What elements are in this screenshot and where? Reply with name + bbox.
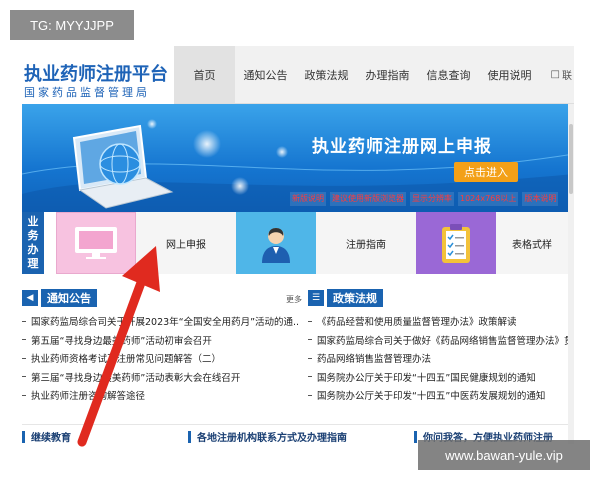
notices-list: 国家药监局综合司关于开展2023年“全国安全用药月”活动的通... 第五届“寻找… [22, 312, 298, 405]
book-icon: ☰ [308, 290, 324, 306]
list-item[interactable]: 执业药师注册咨询解答途径 [22, 386, 298, 405]
more-link[interactable]: 更多 [286, 294, 302, 305]
globe-icon [99, 143, 141, 185]
scrollbar[interactable] [568, 104, 574, 444]
watermark-bottom: www.bawan-yule.vip [418, 440, 590, 470]
contact-icon: □ [550, 69, 560, 80]
notice-segment: 版本说明 [522, 192, 559, 206]
clipboard-icon [442, 224, 470, 263]
notices-header: ◀ 通知公告 [22, 288, 97, 308]
register-guide-link[interactable]: 注册指南 [316, 212, 416, 274]
person-icon [262, 228, 290, 263]
monitor-icon [75, 227, 117, 259]
nav-guide[interactable]: 办理指南 [357, 46, 418, 103]
watermark-top: TG: MYYJJPP [10, 10, 134, 40]
list-item[interactable]: 国务院办公厅关于印发“十四五”国民健康规划的通知 [308, 368, 568, 387]
online-apply-tile[interactable] [56, 212, 136, 274]
online-apply-link[interactable]: 网上申报 [136, 212, 236, 274]
browser-viewport: 执业药师注册平台 国家药品监督管理局 首页 通知公告 政策法规 办理指南 信息查… [22, 40, 574, 448]
notice-segment: 建议使用新版浏览器 [330, 192, 406, 206]
nav-notices[interactable]: 通知公告 [235, 46, 296, 103]
business-label: 业 务 办 理 [22, 212, 44, 274]
policies-title[interactable]: 政策法规 [327, 289, 383, 307]
notice-segment: 1024x768以上 [458, 192, 519, 206]
register-guide-tile[interactable] [236, 212, 316, 274]
nav-query[interactable]: 信息查询 [418, 46, 479, 103]
list-item[interactable]: 药品网络销售监督管理办法 [308, 349, 568, 368]
list-item[interactable]: 执业药师资格考试及注册常见问题解答（二） [22, 349, 298, 368]
list-item[interactable]: 国家药监局综合司关于开展2023年“全国安全用药月”活动的通... [22, 312, 298, 331]
enter-button[interactable]: 点击进入 [454, 162, 518, 182]
list-item[interactable]: 第五届“寻找身边最美药师”活动初审会召开 [22, 331, 298, 350]
registry-contacts-link[interactable]: 各地注册机构联系方式及办理指南 [188, 429, 347, 444]
nav-contact[interactable]: □ 联 [540, 46, 572, 103]
policies-list: 《药品经营和使用质量监督管理办法》政策解读 国家药监局综合司关于做好《药品网络销… [308, 312, 568, 405]
list-item[interactable]: 第三届“寻找身边最美药师”活动表彰大会在线召开 [22, 368, 298, 387]
form-template-tile[interactable] [416, 212, 496, 274]
notices-title[interactable]: 通知公告 [41, 289, 97, 307]
continuing-education-link[interactable]: 继续教育 [22, 429, 71, 444]
site-subtitle: 国家药品监督管理局 [24, 86, 150, 99]
nav-home[interactable]: 首页 [174, 46, 235, 103]
main-nav: 首页 通知公告 政策法规 办理指南 信息查询 使用说明 □ 联 [174, 46, 574, 104]
notice-icon: ◀ [22, 290, 38, 306]
form-template-link[interactable]: 表格式样 [496, 212, 568, 274]
notice-segment: 新版说明 [290, 192, 326, 206]
notice-segment: 显示分辨率 [410, 192, 454, 206]
site-logo[interactable]: 执业药师注册平台 国家药品监督管理局 [22, 40, 172, 104]
hero-banner: 执业药师注册网上申报 点击进入 新版说明 建议使用新版浏览器 显示分辨率 102… [22, 104, 574, 212]
nav-policies[interactable]: 政策法规 [296, 46, 357, 103]
policies-header: ☰ 政策法规 [308, 288, 383, 308]
business-section: 业 务 办 理 网上申报 注册指南 表格式样 [22, 212, 574, 274]
list-item[interactable]: 国务院办公厅关于印发“十四五”中医药发展规划的通知 [308, 386, 568, 405]
scrollbar-thumb[interactable] [569, 124, 573, 194]
nav-help[interactable]: 使用说明 [479, 46, 540, 103]
browser-notice: 新版说明 建议使用新版浏览器 显示分辨率 1024x768以上 版本说明 [290, 192, 565, 206]
site-title: 执业药师注册平台 [24, 64, 168, 85]
banner-title: 执业药师注册网上申报 [312, 137, 492, 157]
list-item[interactable]: 国家药监局综合司关于做好《药品网络销售监督管理办法》贯彻落 [308, 331, 568, 350]
list-item[interactable]: 《药品经营和使用质量监督管理办法》政策解读 [308, 312, 568, 331]
